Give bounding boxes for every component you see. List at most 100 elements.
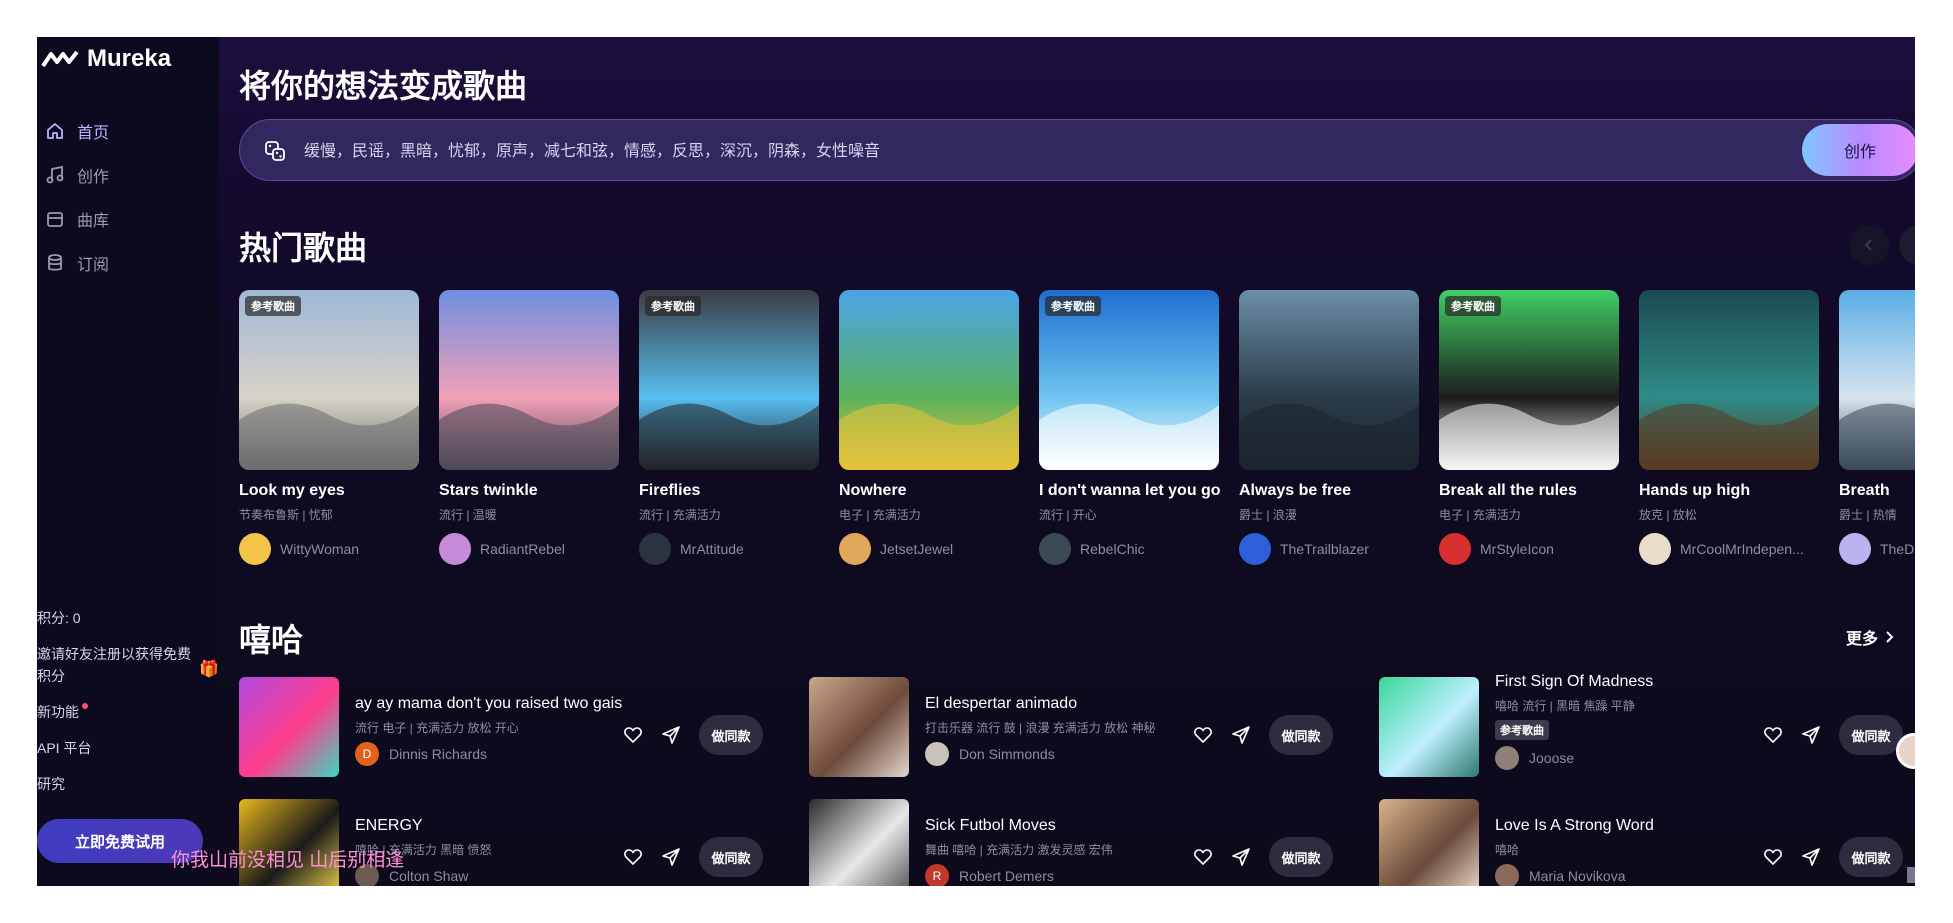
song-cover-image[interactable]: [439, 290, 619, 470]
song-author[interactable]: JetsetJewel: [839, 533, 1019, 565]
create-button[interactable]: 创作: [1802, 124, 1915, 176]
make-similar-button[interactable]: 做同款: [1269, 715, 1333, 755]
song-cover-image[interactable]: 参考歌曲: [1039, 290, 1219, 470]
sidebar-nav: 首页 创作 曲库 订阅: [45, 109, 215, 285]
song-title[interactable]: El despertar animado: [925, 695, 1185, 713]
song-author[interactable]: TheDr: [1839, 533, 1915, 565]
more-link[interactable]: 更多: [1846, 625, 1894, 649]
song-author[interactable]: MrAttitude: [639, 533, 819, 565]
song-title[interactable]: Break all the rules: [1439, 482, 1619, 500]
song-cover-image[interactable]: [809, 799, 909, 886]
song-cover-image[interactable]: [1379, 677, 1479, 777]
song-author[interactable]: RadiantRebel: [439, 533, 619, 565]
song-cover-image[interactable]: [1379, 799, 1479, 886]
share-icon[interactable]: [1231, 725, 1251, 745]
make-similar-button[interactable]: 做同款: [699, 715, 763, 755]
hot-songs-title: 热门歌曲: [239, 230, 368, 266]
song-cover-image[interactable]: [1839, 290, 1915, 470]
song-list-item[interactable]: First Sign Of Madness 嘻哈 流行 | 黑暗 焦躁 平静 参考歌…: [1379, 673, 1915, 777]
carousel-prev-button[interactable]: [1849, 225, 1889, 265]
dice-icon[interactable]: [264, 140, 286, 162]
song-card[interactable]: Nowhere 电子 | 充满活力 JetsetJewel: [839, 290, 1019, 565]
song-author[interactable]: Don Simmonds: [925, 742, 1185, 766]
song-author[interactable]: R Robert Demers: [925, 864, 1185, 886]
song-author[interactable]: RebelChic: [1039, 533, 1219, 565]
song-info: Sick Futbol Moves 舞曲 嘻哈 | 充满活力 激发灵感 宏伟 R Ro…: [925, 817, 1185, 886]
song-title[interactable]: Breath: [1839, 482, 1915, 500]
logo[interactable]: Mureka: [41, 45, 171, 73]
song-cover-image[interactable]: 参考歌曲: [639, 290, 819, 470]
invite-link[interactable]: 邀请好友注册以获得免费积分 🎁: [37, 643, 219, 687]
song-title[interactable]: ENERGY: [355, 817, 615, 835]
share-icon[interactable]: [661, 725, 681, 745]
share-icon[interactable]: [1801, 725, 1821, 745]
song-cover-image[interactable]: [239, 677, 339, 777]
song-card[interactable]: Breath 爵士 | 热情 TheDr: [1839, 290, 1915, 565]
sidebar-item-library[interactable]: 曲库: [45, 197, 215, 241]
song-card[interactable]: Hands up high 放克 | 放松 MrCoolMrIndepen...: [1639, 290, 1819, 565]
song-cover-image[interactable]: [1239, 290, 1419, 470]
song-title[interactable]: ay ay mama don't you raised two gais: [355, 695, 622, 713]
make-similar-button[interactable]: 做同款: [1269, 837, 1333, 877]
song-title[interactable]: Look my eyes: [239, 482, 419, 500]
song-title[interactable]: Fireflies: [639, 482, 819, 500]
song-title[interactable]: Hands up high: [1639, 482, 1819, 500]
song-title[interactable]: Love Is A Strong Word: [1495, 817, 1755, 835]
song-list-item[interactable]: El despertar animado 打击乐器 流行 鼓 | 浪漫 充满活力 …: [809, 677, 1359, 777]
song-title[interactable]: Sick Futbol Moves: [925, 817, 1185, 835]
song-list-item[interactable]: ENERGY 嘻哈 | 充满活力 黑暗 愤怒 Colton Shaw 做同款: [239, 799, 789, 886]
new-features-link[interactable]: 新功能: [37, 701, 219, 723]
song-author[interactable]: MrStyleIcon: [1439, 533, 1619, 565]
song-card[interactable]: 参考歌曲 Fireflies 流行 | 充满活力 MrAttitude: [639, 290, 819, 565]
share-icon[interactable]: [661, 847, 681, 867]
research-link[interactable]: 研究: [37, 773, 219, 795]
make-similar-button[interactable]: 做同款: [699, 837, 763, 877]
song-list-item[interactable]: Love Is A Strong Word 嘻哈 Maria Novikova 做同款: [1379, 799, 1915, 886]
heart-icon[interactable]: [1763, 847, 1783, 867]
song-title[interactable]: Stars twinkle: [439, 482, 619, 500]
song-author[interactable]: Maria Novikova: [1495, 864, 1755, 886]
song-tags: 嘻哈 流行 | 黑暗 焦躁 平静: [1495, 699, 1635, 713]
share-icon[interactable]: [1801, 847, 1821, 867]
sidebar-item-home[interactable]: 首页: [45, 109, 215, 153]
song-card[interactable]: Stars twinkle 流行 | 温暖 RadiantRebel: [439, 290, 619, 565]
heart-icon[interactable]: [1193, 725, 1213, 745]
song-card[interactable]: Always be free 爵士 | 浪漫 TheTrailblazer: [1239, 290, 1419, 565]
heart-icon[interactable]: [623, 847, 643, 867]
carousel-next-button[interactable]: [1899, 225, 1915, 265]
heart-icon[interactable]: [623, 725, 643, 745]
song-cover-image[interactable]: [1639, 290, 1819, 470]
song-cover-image[interactable]: 参考歌曲: [239, 290, 419, 470]
song-card[interactable]: 参考歌曲 Look my eyes 节奏布鲁斯 | 忧郁 WittyWoman: [239, 290, 419, 565]
song-author[interactable]: Jooose: [1495, 746, 1755, 770]
avatar: [639, 533, 671, 565]
song-author[interactable]: WittyWoman: [239, 533, 419, 565]
new-features-label: 新功能: [37, 704, 79, 720]
song-list-item[interactable]: ay ay mama don't you raised two gais 流行 电…: [239, 677, 789, 777]
song-author[interactable]: TheTrailblazer: [1239, 533, 1419, 565]
song-author[interactable]: D Dinnis Richards: [355, 742, 615, 766]
prompt-input[interactable]: [302, 134, 1636, 170]
song-title[interactable]: First Sign Of Madness: [1495, 673, 1755, 691]
share-icon[interactable]: [1231, 847, 1251, 867]
song-tags: 爵士 | 浪漫: [1239, 508, 1297, 522]
song-card[interactable]: 参考歌曲 I don't wanna let you go 流行 | 开心 Rebel…: [1039, 290, 1221, 565]
make-similar-button[interactable]: 做同款: [1839, 715, 1903, 755]
api-platform-link[interactable]: API 平台: [37, 737, 219, 759]
song-cover-image[interactable]: [809, 677, 909, 777]
song-title[interactable]: Nowhere: [839, 482, 1019, 500]
song-card[interactable]: 参考歌曲 Break all the rules 电子 | 充满活力 MrStyleI…: [1439, 290, 1619, 565]
song-cover-image[interactable]: 参考歌曲: [1439, 290, 1619, 470]
song-cover-image[interactable]: [239, 799, 339, 886]
sidebar-item-label: 曲库: [77, 213, 110, 230]
sidebar-item-create[interactable]: 创作: [45, 153, 215, 197]
song-cover-image[interactable]: [839, 290, 1019, 470]
sidebar-item-subscribe[interactable]: 订阅: [45, 241, 215, 285]
make-similar-button[interactable]: 做同款: [1839, 837, 1903, 877]
heart-icon[interactable]: [1193, 847, 1213, 867]
song-title[interactable]: I don't wanna let you go: [1039, 482, 1221, 500]
song-title[interactable]: Always be free: [1239, 482, 1419, 500]
song-list-item[interactable]: Sick Futbol Moves 舞曲 嘻哈 | 充满活力 激发灵感 宏伟 R Ro…: [809, 799, 1359, 886]
song-author[interactable]: MrCoolMrIndepen...: [1639, 533, 1819, 565]
heart-icon[interactable]: [1763, 725, 1783, 745]
